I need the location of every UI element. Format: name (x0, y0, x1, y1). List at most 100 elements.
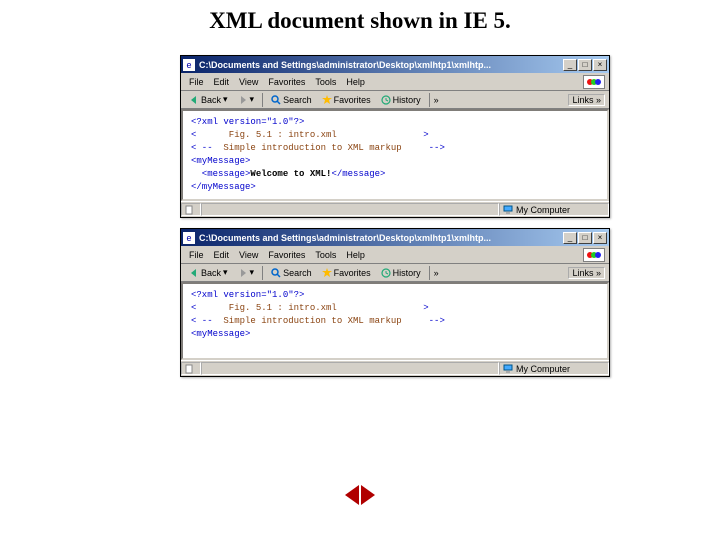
star-icon (322, 95, 332, 105)
status-done-icon (181, 203, 201, 216)
favorites-label: Favorites (334, 95, 371, 105)
msn-logo (583, 248, 605, 262)
search-icon (271, 268, 281, 278)
statusbar: My Computer (181, 201, 609, 217)
menu-help[interactable]: Help (342, 250, 369, 260)
history-label: History (393, 95, 421, 105)
favorites-label: Favorites (334, 268, 371, 278)
zone-label: My Computer (516, 205, 570, 215)
page-icon (185, 205, 195, 215)
menu-help[interactable]: Help (342, 77, 369, 87)
prev-slide-arrow[interactable] (345, 485, 359, 505)
comment-close: --> (429, 316, 445, 326)
links-bar[interactable]: Links » (568, 94, 605, 106)
forward-arrow-icon (238, 95, 248, 105)
content-area: <?xml version="1.0"?> < Fig. 5.1 : intro… (181, 109, 609, 201)
comment-close: --> (429, 143, 445, 153)
history-icon (381, 95, 391, 105)
chevron-icon: » (596, 268, 601, 278)
close-button[interactable]: × (593, 232, 607, 244)
chevron-icon[interactable]: » (434, 95, 439, 105)
back-label: Back (201, 95, 221, 105)
search-label: Search (283, 95, 312, 105)
menu-tools[interactable]: Tools (311, 77, 340, 87)
xml-decl: <?xml version="1.0"?> (191, 290, 304, 300)
menu-view[interactable]: View (235, 250, 262, 260)
menu-favorites[interactable]: Favorites (264, 250, 309, 260)
toolbar-separator (262, 266, 263, 280)
dropdown-icon: ▾ (223, 267, 228, 278)
comment-text: Fig. 5.1 : intro.xml (196, 303, 336, 313)
history-label: History (393, 268, 421, 278)
menu-favorites[interactable]: Favorites (264, 77, 309, 87)
search-label: Search (283, 268, 312, 278)
back-arrow-icon (189, 268, 199, 278)
toolbar-separator (429, 93, 430, 107)
toolbar: Back ▾ ▾ Search Favorites History » (181, 91, 609, 109)
maximize-button[interactable]: □ (578, 232, 592, 244)
chevron-icon[interactable]: » (434, 268, 439, 278)
window-caption: C:\Documents and Settings\administrator\… (199, 60, 563, 70)
ie-icon: e (183, 59, 195, 71)
msn-logo (583, 75, 605, 89)
links-bar[interactable]: Links » (568, 267, 605, 279)
content-area: <?xml version="1.0"?> < Fig. 5.1 : intro… (181, 282, 609, 360)
forward-button[interactable]: ▾ (234, 93, 259, 107)
history-icon (381, 268, 391, 278)
slide-nav (0, 485, 720, 510)
menubar: File Edit View Favorites Tools Help (181, 73, 609, 91)
menu-edit[interactable]: Edit (210, 77, 234, 87)
menubar: File Edit View Favorites Tools Help (181, 246, 609, 264)
ie-window-2: e C:\Documents and Settings\administrato… (180, 228, 610, 377)
page-icon (185, 364, 195, 374)
close-tag: </message> (331, 169, 385, 179)
menu-file[interactable]: File (185, 250, 208, 260)
status-zone: My Computer (499, 203, 609, 216)
comment-text: Fig. 5.1 : intro.xml (196, 130, 336, 140)
history-button[interactable]: History (377, 266, 425, 280)
ie-window-1: e C:\Documents and Settings\administrato… (180, 55, 610, 218)
search-button[interactable]: Search (267, 266, 316, 280)
statusbar: My Computer (181, 360, 609, 376)
chevron-icon: » (596, 95, 601, 105)
zone-label: My Computer (516, 364, 570, 374)
forward-button[interactable]: ▾ (234, 266, 259, 280)
status-message (201, 203, 499, 216)
comment-close: > (423, 303, 428, 313)
search-button[interactable]: Search (267, 93, 316, 107)
menu-tools[interactable]: Tools (311, 250, 340, 260)
open-tag: <message> (191, 169, 250, 179)
ie-icon: e (183, 232, 195, 244)
comment-text: Simple introduction to XML markup (213, 143, 402, 153)
back-label: Back (201, 268, 221, 278)
favorites-button[interactable]: Favorites (318, 93, 375, 107)
dropdown-icon: ▾ (223, 94, 228, 105)
close-tag: </myMessage> (191, 182, 256, 192)
maximize-button[interactable]: □ (578, 59, 592, 71)
minimize-button[interactable]: _ (563, 59, 577, 71)
comment-open: < -- (191, 316, 213, 326)
titlebar: e C:\Documents and Settings\administrato… (181, 56, 609, 73)
history-button[interactable]: History (377, 93, 425, 107)
favorites-button[interactable]: Favorites (318, 266, 375, 280)
open-tag: <myMessage> (191, 156, 250, 166)
slide-title: XML document shown in IE 5. (0, 8, 720, 34)
comment-open: < -- (191, 143, 213, 153)
computer-icon (503, 364, 513, 374)
status-zone: My Computer (499, 362, 609, 375)
toolbar-separator (262, 93, 263, 107)
menu-file[interactable]: File (185, 77, 208, 87)
comment-text: Simple introduction to XML markup (213, 316, 402, 326)
computer-icon (503, 205, 513, 215)
forward-arrow-icon (238, 268, 248, 278)
menu-view[interactable]: View (235, 77, 262, 87)
back-button[interactable]: Back ▾ (185, 93, 232, 107)
minimize-button[interactable]: _ (563, 232, 577, 244)
dropdown-icon: ▾ (250, 267, 255, 278)
back-button[interactable]: Back ▾ (185, 266, 232, 280)
menu-edit[interactable]: Edit (210, 250, 234, 260)
toolbar-separator (429, 266, 430, 280)
next-slide-arrow[interactable] (361, 485, 375, 505)
close-button[interactable]: × (593, 59, 607, 71)
comment-close: > (423, 130, 428, 140)
